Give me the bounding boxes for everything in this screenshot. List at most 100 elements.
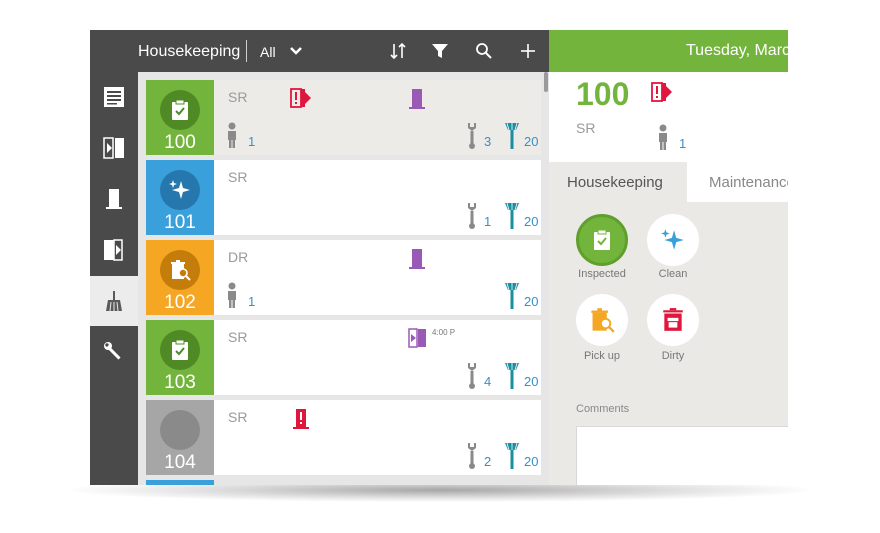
detail-summary: 100 SR 1 <box>549 72 788 162</box>
sidebar-item-maintenance[interactable] <box>90 327 138 377</box>
list-icon <box>104 87 124 107</box>
cleaning-count: 20 <box>524 134 539 149</box>
detail-room-type: SR <box>576 120 596 136</box>
room-row-102[interactable]: 102 DR 1 20 <box>146 240 541 315</box>
guest-person-icon <box>228 122 236 148</box>
alert-door-icon <box>293 409 309 429</box>
module-title: Housekeeping <box>138 43 241 60</box>
broom-icon <box>106 291 122 312</box>
filter-icon[interactable] <box>430 41 450 61</box>
room-status-tile: 100 <box>146 80 214 155</box>
sidebar-item-stay[interactable] <box>90 174 138 224</box>
arrival-time: 4:00 P <box>432 328 456 337</box>
cleaning-duster-icon <box>505 122 519 149</box>
comments-label: Comments <box>576 403 630 415</box>
detail-header: Tuesday, March <box>549 30 788 72</box>
room-status-tile: 102 <box>146 240 214 315</box>
inspected-status-button[interactable] <box>576 214 628 266</box>
current-date: Tuesday, March <box>686 42 788 59</box>
tab-housekeeping[interactable]: Housekeeping <box>549 162 687 202</box>
filter-dropdown-value[interactable]: All <box>260 44 276 60</box>
room-number: 102 <box>164 292 196 313</box>
pickup-label: Pick up <box>583 350 621 362</box>
sort-icon[interactable] <box>388 41 408 61</box>
clipboard-check-icon <box>594 229 610 250</box>
guest-person-icon <box>659 124 667 150</box>
app-window: Housekeeping All 100 SR 1 3 20 101 SR 1 … <box>90 30 788 485</box>
room-number: 103 <box>164 372 196 393</box>
cleaning-duster-icon <box>505 442 519 469</box>
header-divider <box>246 40 247 62</box>
clean-status-button[interactable] <box>647 214 699 266</box>
guest-person-icon <box>228 282 236 308</box>
clean-label: Clean <box>658 268 688 280</box>
wrench-icon <box>104 342 121 360</box>
list-scrollbar[interactable] <box>544 72 548 92</box>
room-list: 100 SR 1 3 20 101 SR 1 20 102 DR 1 20 10… <box>138 72 549 485</box>
inspected-label: Inspected <box>578 268 626 280</box>
room-number: 100 <box>164 132 196 153</box>
arrival-door-icon <box>103 137 124 159</box>
dirty-label: Dirty <box>661 350 685 362</box>
guest-count: 1 <box>248 294 256 309</box>
sidebar-item-arrival[interactable] <box>90 123 138 173</box>
departure-alert-icon <box>651 82 672 102</box>
room-type: DR <box>228 249 249 265</box>
cleaning-count: 20 <box>524 454 539 469</box>
sidebar-item-list[interactable] <box>90 72 138 122</box>
wrench-icon <box>468 123 476 149</box>
sidebar <box>90 30 138 485</box>
room-number: 104 <box>164 452 196 473</box>
room-type: SR <box>228 409 248 425</box>
maintenance-count: 3 <box>484 134 492 149</box>
sidebar-item-housekeeping[interactable] <box>90 276 138 326</box>
maintenance-count: 2 <box>484 454 492 469</box>
occupied-door-icon <box>409 249 425 269</box>
room-type: SR <box>228 169 248 185</box>
room-row-101[interactable]: 101 SR 1 20 <box>146 160 541 235</box>
maintenance-count: 1 <box>484 214 492 229</box>
room-row-103[interactable]: 103 SR 4:00 P 4 20 <box>146 320 541 395</box>
search-icon[interactable] <box>474 41 494 61</box>
sidebar-item-departure[interactable] <box>90 225 138 275</box>
cleaning-duster-icon <box>505 282 519 309</box>
cleaning-count: 20 <box>524 214 539 229</box>
departure-alert-icon <box>290 88 311 108</box>
room-status-tile: 103 <box>146 320 214 395</box>
occupied-door-icon <box>409 89 425 109</box>
plus-icon[interactable] <box>518 41 538 61</box>
dirty-status-button[interactable] <box>647 294 699 346</box>
room-status-tile: 101 <box>146 160 214 235</box>
comments-input[interactable] <box>576 426 788 485</box>
cleaning-count: 20 <box>524 294 539 309</box>
inspected-clipboard-icon <box>160 330 200 370</box>
room-detail-panel: Tuesday, March 100 SR 1 Housekeeping Mai… <box>549 30 788 485</box>
no-status-circle-icon <box>160 410 200 450</box>
clean-sparkle-icon <box>160 170 200 210</box>
wrench-icon <box>468 203 476 229</box>
wrench-icon <box>468 363 476 389</box>
pickup-bin-icon <box>591 308 615 333</box>
room-number: 101 <box>164 212 196 233</box>
room-status-tile: 104 <box>146 400 214 475</box>
cleaning-duster-icon <box>505 362 519 389</box>
occupied-door-icon <box>106 189 122 209</box>
room-row-partial <box>146 480 214 485</box>
pickup-status-button[interactable] <box>576 294 628 346</box>
detail-guest-count: 1 <box>679 136 687 151</box>
detail-room-number: 100 <box>576 76 630 112</box>
room-row-100[interactable]: 100 SR 1 3 20 <box>146 80 541 155</box>
room-type: SR <box>228 329 248 345</box>
chevron-down-icon[interactable] <box>286 41 306 61</box>
tab-maintenance[interactable]: Maintenance <box>687 162 788 202</box>
room-row-104[interactable]: 104 SR 2 20 <box>146 400 541 475</box>
guest-count: 1 <box>248 134 256 149</box>
inspected-clipboard-icon <box>160 90 200 130</box>
dirty-bin-icon <box>663 308 683 331</box>
cleaning-duster-icon <box>505 202 519 229</box>
pickup-bin-icon <box>160 250 200 290</box>
cleaning-count: 20 <box>524 374 539 389</box>
list-header: Housekeeping All <box>138 30 549 72</box>
wrench-icon <box>468 443 476 469</box>
sparkle-icon <box>661 229 684 250</box>
